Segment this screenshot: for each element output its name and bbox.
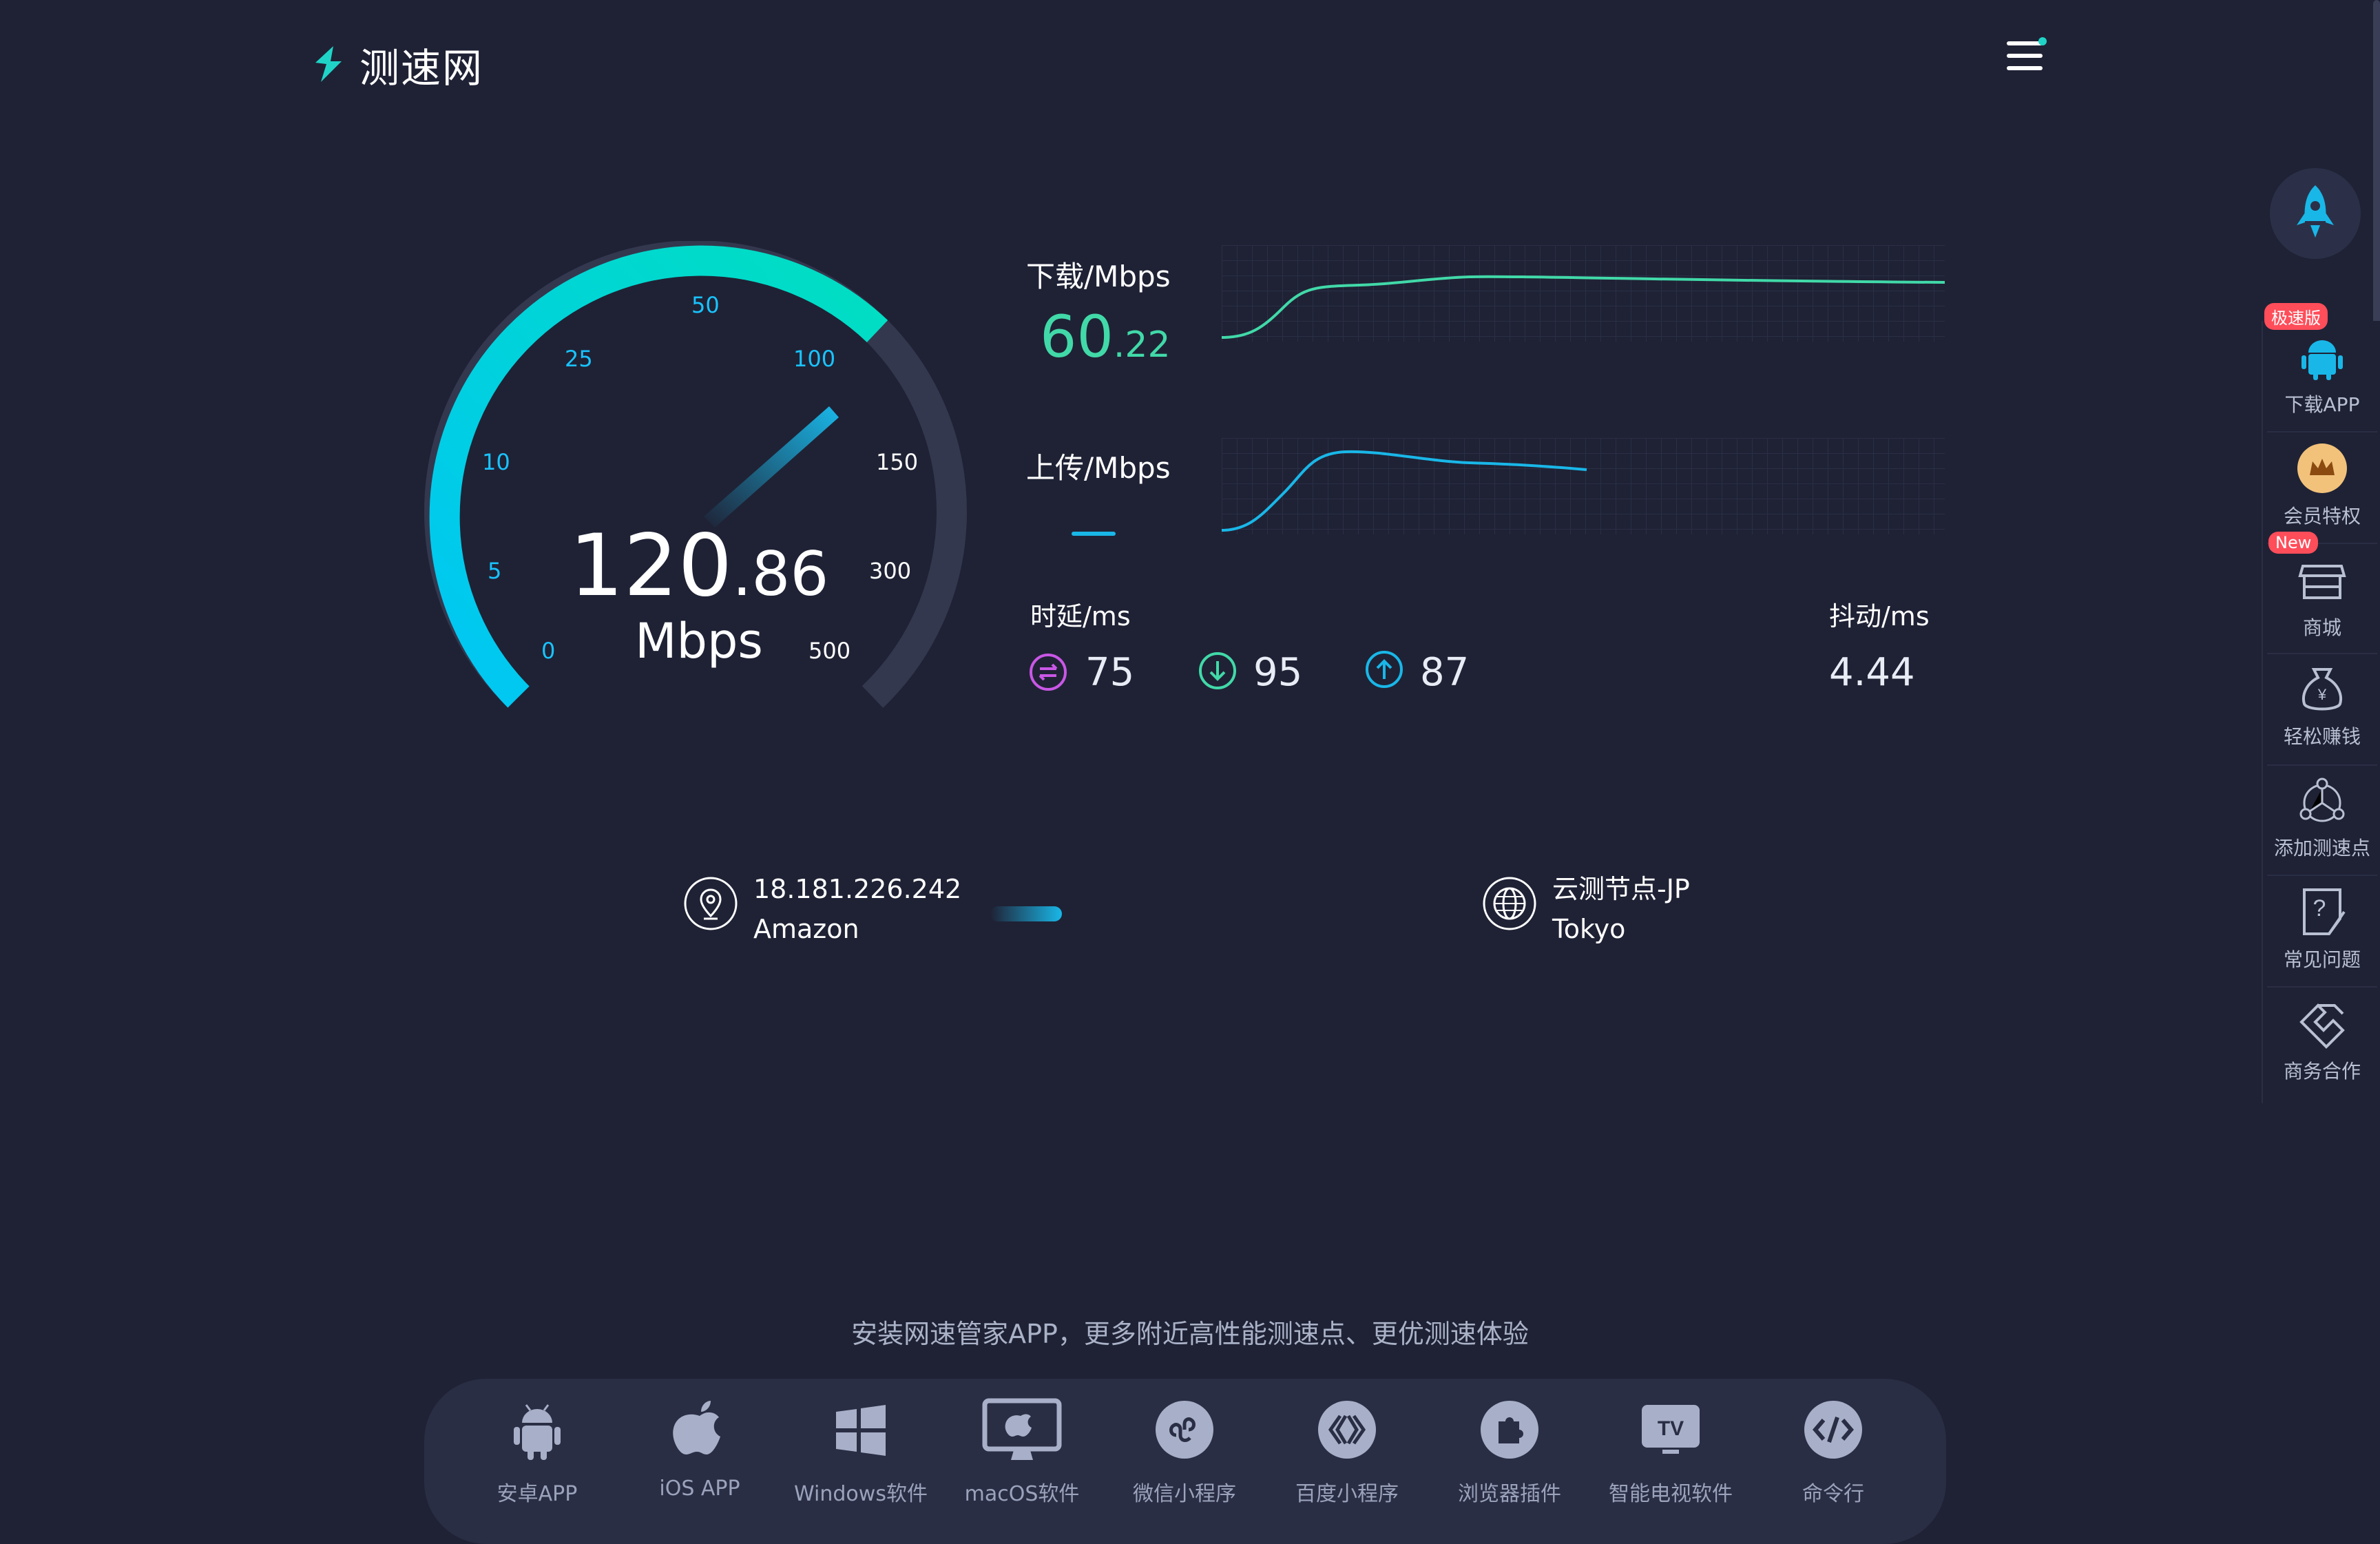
- question-document-icon: ?: [2303, 888, 2346, 935]
- sidebar-item-label: 常见问题: [2283, 948, 2361, 971]
- upload-arrow-icon: [1366, 651, 1403, 688]
- dock-label: macOS软件: [964, 1482, 1080, 1506]
- new-badge: New: [2268, 532, 2319, 554]
- server-info[interactable]: 云测节点-JP Tokyo: [1552, 869, 1690, 949]
- sidebar-item-label: 轻松赚钱: [2283, 725, 2361, 748]
- notification-dot: [2038, 37, 2047, 45]
- dock-label: 安卓APP: [497, 1482, 578, 1506]
- sidebar-item-faq[interactable]: ? 常见问题: [2263, 884, 2380, 972]
- gauge-needle: [704, 406, 839, 528]
- sidebar-item-label: 商务合作: [2283, 1060, 2361, 1083]
- logo[interactable]: 测速网: [306, 36, 483, 94]
- connection-progress: [990, 906, 1062, 921]
- swap-icon: [1030, 654, 1067, 691]
- upload-label: 上传/Mbps: [1026, 451, 1171, 485]
- sidebar-item-label: 会员特权: [2283, 505, 2361, 528]
- dock-macos[interactable]: macOS软件: [953, 1395, 1091, 1507]
- network-node-icon: [2299, 778, 2345, 822]
- gauge-tick-100: 100: [793, 346, 836, 372]
- sidebar-item-shop[interactable]: 商城: [2263, 552, 2380, 640]
- download-label: 下载/Mbps: [1026, 260, 1171, 293]
- dock-label: 百度小程序: [1295, 1482, 1399, 1506]
- gauge-tick-10: 10: [482, 449, 510, 475]
- sidebar-item-download-app[interactable]: 下载APP: [2263, 329, 2380, 417]
- gauge-tick-25: 25: [565, 346, 593, 372]
- handshake-icon: [2299, 1003, 2345, 1049]
- crown-icon: [2297, 444, 2347, 493]
- miniprogram-icon: [1156, 1401, 1213, 1459]
- dock-windows[interactable]: Windows软件: [792, 1395, 930, 1507]
- imac-icon: [982, 1398, 1062, 1460]
- gauge-tick-5: 5: [488, 558, 502, 584]
- latency-download-value: 95: [1253, 650, 1303, 695]
- dock-android-app[interactable]: 安卓APP: [468, 1395, 606, 1507]
- dock-label: 微信小程序: [1133, 1482, 1236, 1506]
- store-icon: [2298, 565, 2346, 599]
- dock-label: 命令行: [1802, 1482, 1864, 1506]
- svg-text:?: ?: [2313, 895, 2326, 921]
- download-value: 60.22: [1040, 303, 1171, 371]
- sidebar-item-earn-money[interactable]: ¥ 轻松赚钱: [2263, 661, 2380, 749]
- apple-icon: [673, 1401, 720, 1454]
- dock-label: Windows软件: [794, 1482, 928, 1506]
- gauge-unit: Mbps: [635, 613, 763, 669]
- dock-browser-extension[interactable]: 浏览器插件: [1441, 1395, 1578, 1507]
- right-sidebar: 下载APP 极速版 会员特权 New 商城 ¥ 轻松赚钱 添加测速点 ? 常见问…: [2262, 303, 2380, 1103]
- server-city: Tokyo: [1552, 914, 1626, 944]
- latency-label: 时延/ms: [1030, 601, 1131, 632]
- speed-test-rocket-button[interactable]: [2270, 168, 2361, 259]
- logo-icon: [315, 46, 342, 82]
- tv-icon: TV: [1642, 1405, 1700, 1454]
- page-scrollbar[interactable]: [2373, 0, 2380, 358]
- dock-smart-tv[interactable]: TV 智能电视软件: [1602, 1395, 1740, 1507]
- code-icon: [1804, 1401, 1862, 1459]
- sidebar-item-membership[interactable]: 会员特权: [2263, 441, 2380, 529]
- android-icon: [514, 1404, 561, 1460]
- android-icon: [2301, 340, 2343, 380]
- location-pin-icon: [684, 877, 738, 930]
- dock-label: iOS APP: [659, 1477, 740, 1501]
- money-bag-icon: ¥: [2302, 668, 2342, 711]
- dock-baidu-miniprogram[interactable]: 百度小程序: [1278, 1395, 1416, 1507]
- sidebar-item-label: 添加测速点: [2273, 837, 2370, 859]
- puzzle-icon: [1481, 1401, 1538, 1459]
- server-name: 云测节点-JP: [1552, 874, 1690, 904]
- jitter-value: 4.44: [1829, 650, 1915, 695]
- sidebar-item-business[interactable]: 商务合作: [2263, 996, 2380, 1084]
- client-ip: 18.181.226.242: [753, 874, 962, 904]
- sidebar-item-add-node[interactable]: 添加测速点: [2263, 773, 2380, 861]
- gauge-readout: 120.86 Mbps: [551, 523, 847, 669]
- latency-idle-value: 75: [1085, 650, 1135, 695]
- dock-command-line[interactable]: 命令行: [1764, 1395, 1902, 1507]
- rocket-icon: [2297, 185, 2334, 238]
- dock-ios-app[interactable]: iOS APP: [631, 1395, 769, 1501]
- dock-wechat-miniprogram[interactable]: 微信小程序: [1116, 1395, 1253, 1507]
- svg-text:¥: ¥: [2317, 686, 2327, 703]
- gauge-value-int: 120: [569, 517, 733, 616]
- gauge-value-dec: .86: [732, 539, 829, 609]
- upload-placeholder: [1072, 532, 1116, 536]
- fast-version-badge: 极速版: [2264, 303, 2328, 330]
- dock-label: 智能电视软件: [1609, 1482, 1733, 1506]
- download-arrow-icon: [1199, 652, 1236, 689]
- gauge-tick-150: 150: [876, 449, 919, 475]
- upload-sparkline: [1222, 438, 1945, 534]
- svg-text:TV: TV: [1658, 1417, 1684, 1440]
- promo-text: 安装网速管家APP，更多附近高性能测速点、更优测速体验: [851, 1319, 1529, 1349]
- dock-label: 浏览器插件: [1458, 1482, 1561, 1506]
- sidebar-item-label: 下载APP: [2284, 393, 2360, 416]
- client-info: 18.181.226.242 Amazon: [753, 869, 961, 949]
- download-sparkline: [1222, 245, 1945, 342]
- jitter-label: 抖动/ms: [1829, 601, 1930, 632]
- globe-icon: [1483, 877, 1536, 930]
- sidebar-item-label: 商城: [2302, 616, 2341, 639]
- baidu-smart-icon: [1318, 1401, 1376, 1459]
- menu-button[interactable]: [2007, 37, 2047, 77]
- latency-upload-value: 87: [1420, 650, 1470, 695]
- windows-icon: [836, 1405, 886, 1456]
- logo-text: 测速网: [359, 45, 484, 92]
- gauge-tick-300: 300: [869, 558, 912, 584]
- client-isp: Amazon: [753, 914, 859, 944]
- gauge-tick-50: 50: [691, 292, 720, 318]
